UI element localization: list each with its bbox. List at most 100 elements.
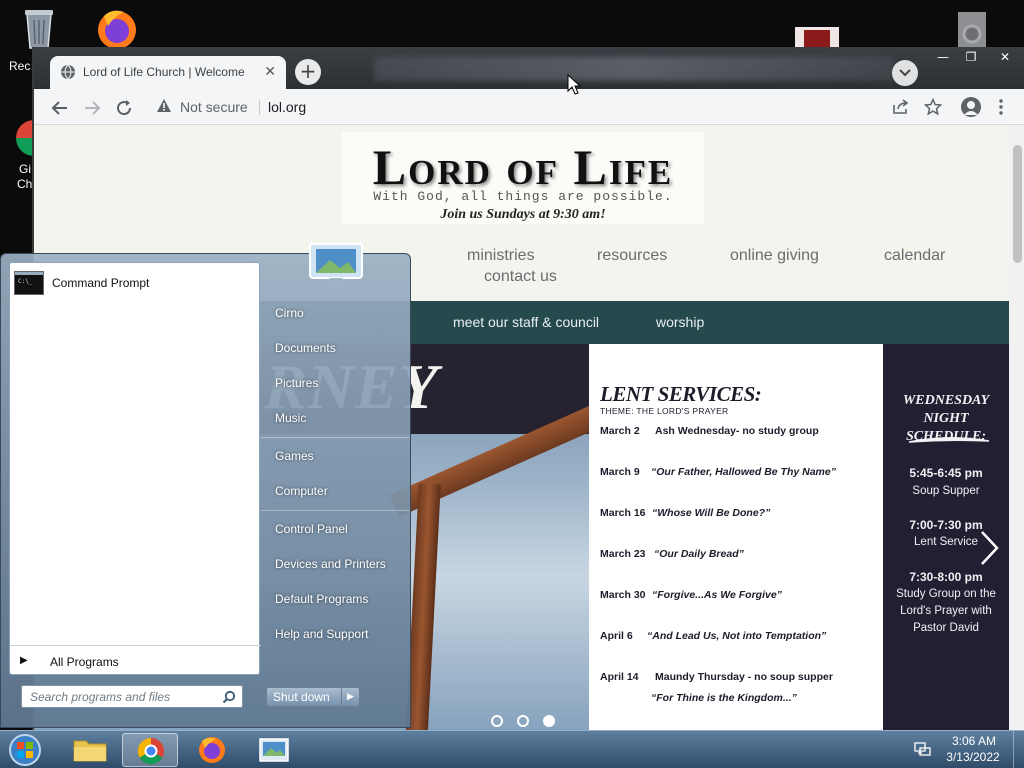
firefox-desktop-icon[interactable]	[94, 6, 140, 50]
lent-row: March 2 Ash Wednesday- no study group	[600, 425, 819, 437]
start-button[interactable]	[5, 733, 45, 767]
page-scrollbar[interactable]	[1009, 125, 1024, 731]
back-button[interactable]	[49, 97, 71, 119]
start-item-devices-printers[interactable]: Devices and Printers	[275, 557, 386, 571]
lent-date: March 23	[600, 548, 646, 560]
shutdown-button[interactable]: Shut down ▶	[266, 687, 360, 707]
start-item-music[interactable]: Music	[275, 411, 306, 425]
start-item-default-programs[interactable]: Default Programs	[275, 592, 368, 606]
chrome-desktop-icon[interactable]	[14, 120, 34, 156]
reload-icon	[117, 100, 132, 116]
schedule-desc-1: Soup Supper	[912, 485, 980, 497]
lent-desc: “Our Daily Bread”	[654, 548, 744, 560]
tab-close-button[interactable]: ✕	[264, 64, 276, 80]
taskbar-chrome[interactable]	[122, 733, 178, 767]
search-icon[interactable]	[222, 690, 236, 704]
url-text[interactable]: lol.org	[268, 99, 306, 115]
slider-next-icon[interactable]	[977, 528, 1001, 568]
start-item-documents[interactable]: Documents	[275, 341, 336, 355]
start-item-control-panel[interactable]: Control Panel	[275, 522, 348, 536]
nav-meet-staff-council[interactable]: meet our staff & council	[453, 314, 599, 330]
bookmark-star-icon[interactable]	[924, 98, 942, 116]
site-logo[interactable]: Lord of Life With God, all things are po…	[342, 132, 704, 224]
logo-service-time: Join us Sundays at 9:30 am!	[440, 207, 606, 222]
command-prompt-icon[interactable]: C:\_	[14, 271, 44, 295]
forward-arrow-icon	[85, 101, 101, 115]
lent-services-panel: LENT SERVICES: THEME: THE LORD'S PRAYER …	[589, 344, 883, 731]
forward-button[interactable]	[81, 97, 103, 119]
svg-text:C:\_: C:\_	[18, 278, 33, 285]
slider-dot-3[interactable]	[543, 715, 555, 727]
start-menu: C:\_ Command Prompt ▶ All Programs Cirno…	[0, 253, 411, 728]
lent-desc: “Whose Will Be Done?”	[652, 507, 771, 519]
start-item-user[interactable]: Cirno	[275, 306, 304, 320]
command-prompt-item[interactable]: Command Prompt	[52, 276, 149, 290]
schedule-desc-3: Study Group on the	[896, 588, 996, 600]
tab-search-button[interactable]	[892, 60, 918, 86]
nav-resources[interactable]: resources	[597, 247, 667, 265]
scrollbar-thumb[interactable]	[1013, 145, 1022, 263]
tab-lord-of-life[interactable]: Lord of Life Church | Welcome ✕	[50, 56, 286, 89]
minimize-button[interactable]: —	[928, 49, 958, 67]
all-programs-item[interactable]: All Programs	[50, 655, 119, 669]
tab-strip-background	[374, 57, 894, 81]
slider-dot-1[interactable]	[491, 715, 503, 727]
warning-icon[interactable]	[156, 98, 172, 114]
lent-desc: “Our Father, Hallowed Be Thy Name”	[651, 466, 836, 478]
tab-title: Lord of Life Church | Welcome	[83, 65, 245, 79]
share-icon[interactable]	[892, 99, 910, 115]
taskbar-explorer[interactable]	[62, 733, 118, 767]
chrome-desktop-label[interactable]: Gi	[19, 162, 31, 176]
lent-row: April 6 “And Lead Us, Not into Temptation…	[600, 630, 826, 642]
lent-date: March 30	[600, 589, 646, 601]
lent-date: March 2	[600, 425, 640, 437]
browser-toolbar: Not secure lol.org	[34, 89, 1024, 125]
lent-desc: “And Lead Us, Not into Temptation”	[647, 630, 827, 642]
settings-desktop-icon[interactable]	[952, 12, 992, 48]
chrome-desktop-label-2[interactable]: Ch	[17, 177, 32, 191]
chevron-down-icon	[899, 69, 911, 77]
start-item-games[interactable]: Games	[275, 449, 314, 463]
recycle-bin-icon[interactable]	[20, 6, 58, 50]
network-icon[interactable]	[914, 741, 932, 757]
reload-button[interactable]	[113, 97, 135, 119]
start-menu-places-pane: Cirno Documents Pictures Music Games Com…	[261, 262, 410, 675]
close-window-button[interactable]: ✕	[990, 49, 1020, 67]
nav-online-giving[interactable]: online giving	[730, 247, 819, 265]
clock-time[interactable]: 3:06 AM	[946, 734, 1002, 748]
user-picture-icon[interactable]	[304, 240, 368, 288]
start-item-help-support[interactable]: Help and Support	[275, 627, 368, 641]
recycle-bin-label[interactable]: Rec	[9, 59, 30, 73]
show-desktop-button[interactable]	[1013, 731, 1024, 768]
start-search-input[interactable]: Search programs and files	[21, 685, 243, 708]
start-item-pictures[interactable]: Pictures	[275, 376, 318, 390]
taskbar-image-viewer[interactable]	[246, 733, 302, 767]
start-item-computer[interactable]: Computer	[275, 484, 328, 498]
maximize-button[interactable]: ❐	[956, 49, 986, 67]
firefox-icon	[199, 737, 225, 763]
lent-date: April 14	[600, 671, 639, 683]
wednesday-schedule-panel: WEDNESDAY NIGHT SCHEDULE: 5:45-6:45 pm S…	[883, 344, 1009, 731]
address-bar[interactable]: Not secure lol.org	[146, 93, 916, 121]
clock-date[interactable]: 3/13/2022	[940, 750, 1006, 764]
nav-contact-us[interactable]: contact us	[484, 268, 557, 286]
app-desktop-icon[interactable]	[795, 27, 839, 49]
security-status[interactable]: Not secure	[180, 99, 248, 115]
slider-dot-2[interactable]	[517, 715, 529, 727]
nav-worship[interactable]: worship	[656, 314, 704, 330]
nav-calendar[interactable]: calendar	[884, 247, 945, 265]
folder-icon	[73, 740, 107, 762]
shutdown-options-arrow-icon[interactable]: ▶	[341, 688, 359, 706]
mouse-cursor-icon	[567, 74, 581, 95]
menu-button[interactable]	[998, 98, 1004, 116]
decorative-swoosh	[908, 436, 990, 443]
lent-title: LENT SERVICES:	[600, 382, 762, 406]
nav-ministries[interactable]: ministries	[467, 247, 535, 265]
lent-row: March 16 “Whose Will Be Done?”	[600, 507, 770, 519]
new-tab-button[interactable]: +	[295, 59, 321, 85]
taskbar-firefox[interactable]	[184, 733, 240, 767]
profile-avatar[interactable]	[961, 97, 981, 117]
all-programs-arrow-icon[interactable]: ▶	[20, 655, 28, 666]
lent-theme: THEME: THE LORD'S PRAYER	[600, 406, 729, 416]
lent-desc: Maundy Thursday - no soup supper	[655, 671, 833, 683]
